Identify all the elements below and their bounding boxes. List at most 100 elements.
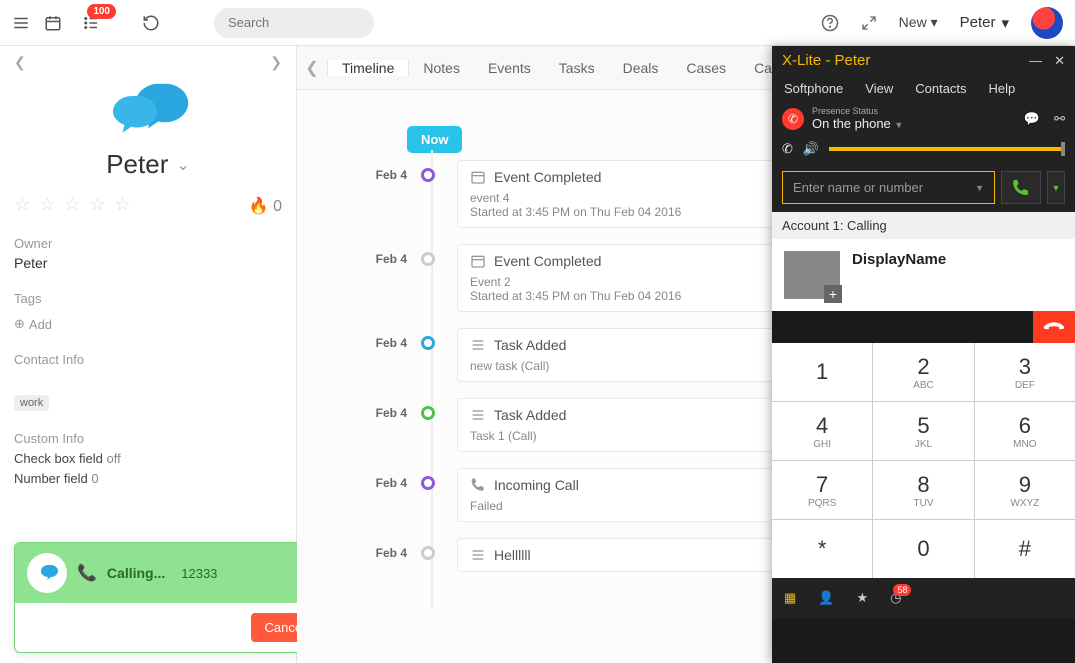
xlite-menu: Softphone View Contacts Help bbox=[772, 75, 1075, 102]
chevron-down-icon[interactable]: ▼ bbox=[894, 120, 903, 130]
dialpad-key-7[interactable]: 7PQRS bbox=[772, 461, 872, 519]
dialpad-key-4[interactable]: 4GHI bbox=[772, 402, 872, 460]
number-field: Number field 0 bbox=[14, 471, 282, 486]
expand-icon[interactable] bbox=[861, 15, 877, 31]
timeline-date: Feb 4 bbox=[357, 538, 407, 560]
tab-cases[interactable]: Cases bbox=[672, 60, 740, 76]
call-status: Calling... bbox=[107, 565, 165, 581]
timeline-title: Event Completed bbox=[494, 169, 601, 185]
caller-info: DisplayName bbox=[772, 239, 1075, 311]
xlite-menu-view[interactable]: View bbox=[865, 81, 893, 96]
phone-icon bbox=[470, 477, 486, 493]
tasks-icon[interactable]: 100 bbox=[82, 14, 100, 32]
calling-toast: 📞 Calling... 12333 Cancel bbox=[14, 542, 330, 653]
dialpad-key-*[interactable]: * bbox=[772, 520, 872, 578]
tags-label: Tags bbox=[14, 291, 282, 306]
speaker-icon[interactable]: 🔊 bbox=[803, 141, 819, 157]
dialpad-key-2[interactable]: 2ABC bbox=[873, 343, 973, 401]
tab-notes[interactable]: Notes bbox=[409, 60, 474, 76]
rating-stars[interactable]: ☆ ☆ ☆ ☆ ☆ bbox=[14, 194, 133, 215]
timeline-date: Feb 4 bbox=[357, 328, 407, 350]
cal-icon bbox=[470, 253, 486, 269]
chat-bubble-icon[interactable]: 💬 bbox=[1024, 111, 1040, 127]
volume-slider[interactable] bbox=[829, 147, 1065, 151]
caller-display-name: DisplayName bbox=[852, 251, 946, 268]
dialpad-key-8[interactable]: 8TUV bbox=[873, 461, 973, 519]
help-icon[interactable] bbox=[821, 14, 839, 32]
top-bar: 100 New ▾ Peter ▾ bbox=[0, 0, 1075, 46]
search-box[interactable] bbox=[214, 8, 374, 38]
history-icon[interactable]: ◷ bbox=[890, 590, 901, 606]
chevron-down-icon: ▾ bbox=[1001, 14, 1009, 32]
xlite-menu-help[interactable]: Help bbox=[989, 81, 1016, 96]
timeline-dot bbox=[421, 336, 435, 350]
minimize-icon[interactable]: — bbox=[1029, 53, 1042, 69]
chevron-down-icon[interactable]: ⌄ bbox=[176, 155, 189, 175]
prev-contact-icon[interactable]: ❮ bbox=[14, 54, 26, 71]
active-call-icon[interactable]: ✆ bbox=[782, 141, 793, 157]
close-icon[interactable]: ✕ bbox=[1054, 53, 1065, 69]
call-number: 12333 bbox=[181, 566, 217, 581]
timeline-dot bbox=[421, 406, 435, 420]
menu-icon[interactable] bbox=[12, 14, 30, 32]
xlite-panel: X-Lite - Peter — ✕ Softphone View Contacts… bbox=[772, 46, 1075, 663]
presence-phone-icon: ✆ bbox=[782, 108, 804, 130]
phone-icon: 📞 bbox=[77, 563, 97, 583]
timeline-date: Feb 4 bbox=[357, 244, 407, 266]
lead-score: 🔥 0 bbox=[249, 196, 282, 216]
new-button[interactable]: New ▾ bbox=[899, 14, 938, 31]
voicemail-icon[interactable]: ⚯ bbox=[1054, 111, 1065, 127]
tab-tasks[interactable]: Tasks bbox=[545, 60, 609, 76]
caller-avatar-icon[interactable] bbox=[784, 251, 840, 299]
dialpad-key-9[interactable]: 9WXYZ bbox=[975, 461, 1075, 519]
contacts-icon[interactable]: 👤 bbox=[818, 590, 834, 606]
custom-info-label: Custom Info bbox=[14, 431, 282, 446]
user-menu[interactable]: Peter ▾ bbox=[960, 14, 1009, 32]
next-contact-icon[interactable]: ❯ bbox=[270, 54, 282, 71]
dial-input[interactable]: Enter name or number ▼ bbox=[782, 171, 995, 204]
timeline-dot bbox=[421, 476, 435, 490]
calendar-icon[interactable] bbox=[44, 14, 62, 32]
contact-name: Peter bbox=[106, 149, 168, 180]
xlite-title: X-Lite - Peter bbox=[782, 52, 870, 69]
tab-timeline[interactable]: Timeline bbox=[327, 60, 409, 76]
dialpad-key-3[interactable]: 3DEF bbox=[975, 343, 1075, 401]
now-pill: Now bbox=[407, 126, 462, 153]
xlite-menu-softphone[interactable]: Softphone bbox=[784, 81, 843, 96]
timeline-title: Task Added bbox=[494, 407, 566, 423]
call-button[interactable] bbox=[1001, 171, 1041, 204]
tab-deals[interactable]: Deals bbox=[609, 60, 673, 76]
avatar[interactable] bbox=[1031, 7, 1063, 39]
call-options-icon[interactable]: ▼ bbox=[1047, 171, 1065, 204]
dialpad-key-5[interactable]: 5JKL bbox=[873, 402, 973, 460]
contact-info-label: Contact Info bbox=[14, 352, 282, 367]
dialpad-key-1[interactable]: 1 bbox=[772, 343, 872, 401]
dialpad-toggle-icon[interactable]: ▦ bbox=[784, 590, 796, 606]
chevron-down-icon[interactable]: ▼ bbox=[975, 183, 984, 193]
timeline-date: Feb 4 bbox=[357, 468, 407, 490]
tab-back-icon[interactable]: ❮ bbox=[297, 58, 327, 78]
chevron-down-icon: ▾ bbox=[931, 14, 938, 30]
timeline-dot bbox=[421, 546, 435, 560]
timeline-dot bbox=[421, 168, 435, 182]
add-tag-button[interactable]: ⊕ Add bbox=[14, 316, 282, 332]
notification-badge: 100 bbox=[87, 4, 116, 19]
hangup-button[interactable] bbox=[1033, 311, 1075, 343]
presence-label: Presence Status bbox=[812, 106, 903, 116]
history-icon[interactable] bbox=[142, 14, 160, 32]
timeline-title: Event Completed bbox=[494, 253, 601, 269]
dialpad-key-0[interactable]: 0 bbox=[873, 520, 973, 578]
timeline-title: Hellllll bbox=[494, 547, 531, 563]
favorites-icon[interactable]: ★ bbox=[856, 590, 868, 606]
search-input[interactable] bbox=[228, 15, 404, 30]
checkbox-field: Check box field off bbox=[14, 451, 282, 466]
dialpad-key-6[interactable]: 6MNO bbox=[975, 402, 1075, 460]
xlite-menu-contacts[interactable]: Contacts bbox=[915, 81, 966, 96]
cal-icon bbox=[470, 169, 486, 185]
list-icon bbox=[470, 337, 486, 353]
work-chip: work bbox=[14, 395, 49, 411]
tab-events[interactable]: Events bbox=[474, 60, 545, 76]
contact-avatar-icon bbox=[103, 75, 193, 145]
dialpad-key-#[interactable]: # bbox=[975, 520, 1075, 578]
presence-value[interactable]: On the phone bbox=[812, 116, 891, 131]
